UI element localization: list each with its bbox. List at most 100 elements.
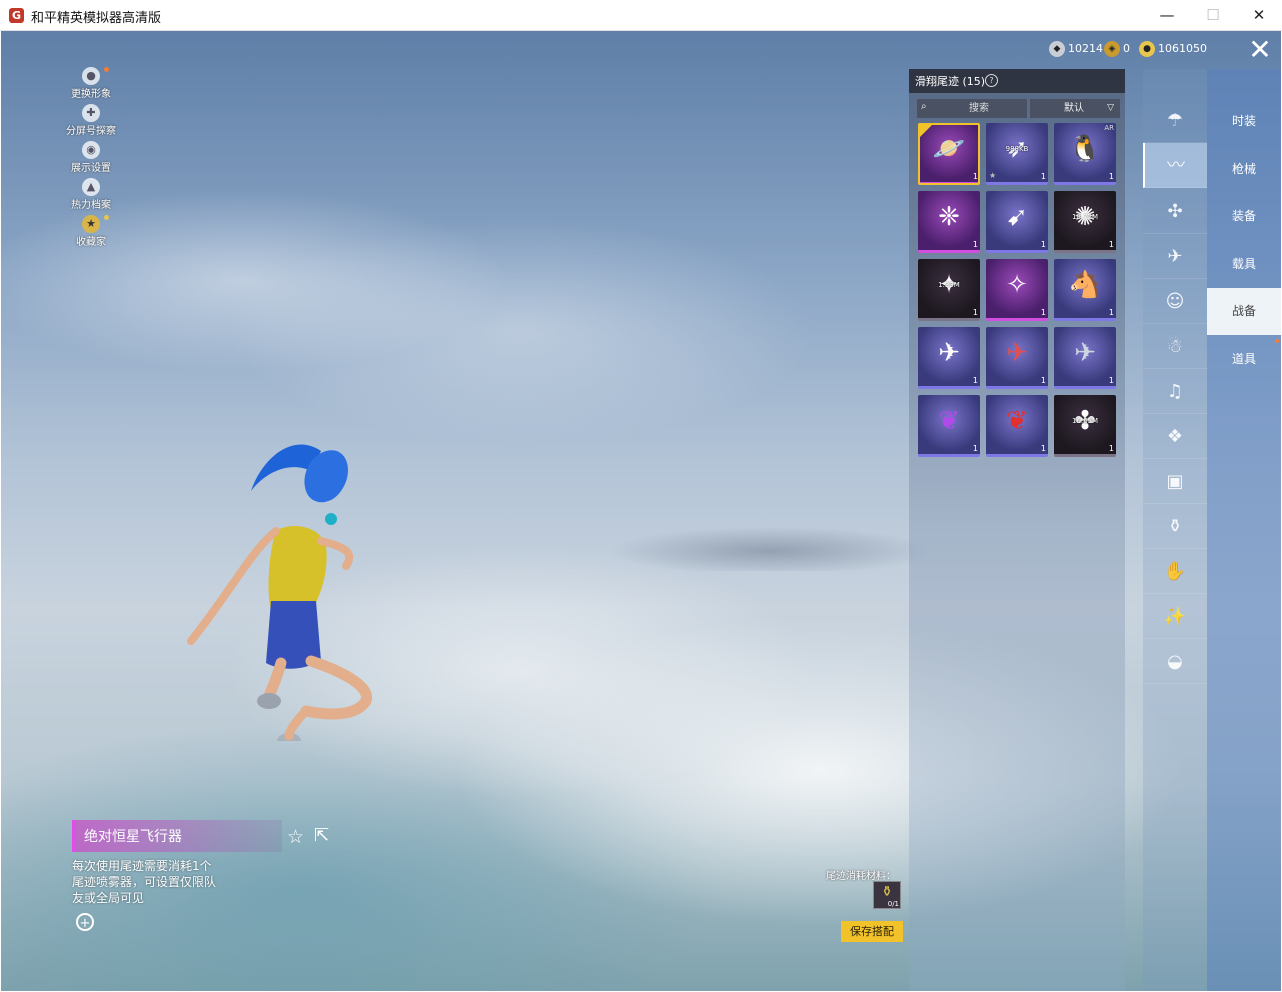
save-outfit-button[interactable]: 保存搭配 <box>841 921 903 942</box>
pet-icon[interactable]: ❖ <box>1143 414 1207 459</box>
gallery-icon[interactable]: ▣ <box>1143 459 1207 504</box>
search-box[interactable]: ⌕ <box>917 99 1027 118</box>
heat-archive-tool[interactable]: ▲ 热力档案 <box>59 178 123 215</box>
gesture-icon[interactable]: ✋ <box>1143 549 1207 594</box>
category-fashion[interactable]: 时装 <box>1207 98 1281 145</box>
tool-label: 收藏家 <box>76 237 106 248</box>
trail-item[interactable]: ✦ 1.33M 1 <box>918 259 980 321</box>
currency-silver: ◆ 10214 <box>1049 40 1103 58</box>
purple-smoke-trail-icon: ❦ <box>938 405 960 436</box>
main-category-column: 时装 枪械 装备 载具 战备 道具 <box>1207 69 1281 991</box>
spray-can-icon[interactable]: ⚱ <box>1143 504 1207 549</box>
consume-material-label: 尾迹消耗材料： <box>826 871 896 882</box>
glide-trail-icon[interactable]: 〰 <box>1143 143 1207 188</box>
panel-title: 滑翔尾迹 (15) <box>915 75 986 88</box>
sort-dropdown[interactable]: 默认 ▽ <box>1030 99 1120 118</box>
collector-tool[interactable]: ★ 收藏家 <box>59 215 123 252</box>
trail-item[interactable]: ✈ 1 <box>986 327 1048 389</box>
silver-coin-icon: ◆ <box>1049 41 1065 57</box>
character-model[interactable] <box>171 431 391 741</box>
spray-can-icon: ⚱ <box>881 884 893 900</box>
maximize-button[interactable]: ☐ <box>1190 0 1236 30</box>
panel-header: 滑翔尾迹 (15) ? <box>909 69 1125 93</box>
download-size: 18.72M <box>1071 213 1099 221</box>
split-screen-tool[interactable]: ✚ 分屏号探察 <box>59 104 123 141</box>
item-count: 1 <box>1108 308 1114 317</box>
consume-count: 0/1 <box>887 900 899 908</box>
close-window-button[interactable]: ✕ <box>1236 0 1282 30</box>
trail-item[interactable]: ❈ 1 <box>918 191 980 253</box>
golden-jet-trail-icon: ✈ <box>938 337 960 368</box>
zoom-in-icon[interactable]: + <box>76 913 94 931</box>
tool-label: 展示设置 <box>71 163 111 174</box>
trail-panel: 滑翔尾迹 (15) ? ⌕ 默认 ▽ 🪐 1 ➶ 988KB ★ 1 🐧 <box>909 69 1125 991</box>
download-size: 988KB <box>1005 145 1029 153</box>
item-count: 1 <box>1040 444 1046 453</box>
download-size: 16.65M <box>1071 417 1099 425</box>
selected-item-title-bar: 绝对恒星飞行器 <box>72 820 282 852</box>
drone-icon[interactable]: ✣ <box>1143 189 1207 234</box>
tool-label: 分屏号探察 <box>66 126 116 137</box>
trail-spray-item[interactable]: ⚱ 0/1 <box>873 881 901 909</box>
gold-token-icon: ◈ <box>1104 41 1120 57</box>
trail-item[interactable]: ✈ 1 <box>918 327 980 389</box>
left-toolbar: ● 更换形象 ✚ 分屏号探察 ◉ 展示设置 ▲ 热力档案 ★ 收藏家 <box>59 67 123 252</box>
game-viewport: ● 更换形象 ✚ 分屏号探察 ◉ 展示设置 ▲ 热力档案 ★ 收藏家 绝对恒星飞… <box>1 31 1281 991</box>
trail-item[interactable]: 🪐 1 <box>918 123 980 185</box>
item-count: 1 <box>972 444 978 453</box>
category-vehicles[interactable]: 载具 <box>1207 241 1281 288</box>
display-settings-tool[interactable]: ◉ 展示设置 <box>59 141 123 178</box>
crystal-trail-icon: ❈ <box>938 201 960 232</box>
horse-toy-trail-icon: 🐴 <box>1068 269 1102 300</box>
trail-item[interactable]: ❦ 1 <box>986 395 1048 457</box>
penguin-trail-icon: 🐧 <box>1068 133 1102 164</box>
category-combat-prep[interactable]: 战备 <box>1207 288 1281 335</box>
change-appearance-tool[interactable]: ● 更换形象 <box>59 67 123 104</box>
item-count: 1 <box>1108 172 1114 181</box>
item-count: 1 <box>1108 444 1114 453</box>
trail-item[interactable]: 🐴 1 <box>1054 259 1116 321</box>
trail-item[interactable]: ✺ 18.72M 1 <box>1054 191 1116 253</box>
item-count: 1 <box>972 308 978 317</box>
favorite-star-icon[interactable]: ☆ <box>287 826 304 848</box>
share-icon[interactable]: ⇱ <box>314 825 329 846</box>
robot-icon[interactable]: ☃ <box>1143 324 1207 369</box>
dragonfly-trail-icon: ✧ <box>1006 269 1028 300</box>
close-menu-icon[interactable]: ✕ <box>1243 35 1277 65</box>
download-size: 1.33M <box>938 281 960 289</box>
trail-item[interactable]: ➶ 988KB ★ 1 <box>986 123 1048 185</box>
notification-dot <box>104 215 109 220</box>
emote-icon[interactable]: ☺ <box>1143 279 1207 324</box>
notification-dot <box>1275 339 1279 343</box>
avatar-icon: ● <box>82 67 100 85</box>
magic-wand-icon[interactable]: ✨ <box>1143 594 1207 639</box>
trail-item[interactable]: 🐧 AR 1 <box>1054 123 1116 185</box>
category-firearms[interactable]: 枪械 <box>1207 146 1281 193</box>
speaker-icon[interactable]: ♫ <box>1143 369 1207 414</box>
currency-token: ◈ 0 <box>1104 40 1130 58</box>
plane-icon[interactable]: ✈ <box>1143 234 1207 279</box>
item-count: 1 <box>972 376 978 385</box>
sort-label: 默认 <box>1064 103 1084 114</box>
category-equipment[interactable]: 装备 <box>1207 193 1281 240</box>
item-count: 1 <box>1040 172 1046 181</box>
collector-badge-icon: ★ <box>82 215 100 233</box>
trail-item[interactable]: ❦ 1 <box>918 395 980 457</box>
trail-item[interactable]: ✈ 1 <box>1054 327 1116 389</box>
search-input[interactable] <box>935 99 1023 118</box>
trail-item[interactable]: ✧ 1 <box>986 259 1048 321</box>
category-props[interactable]: 道具 <box>1207 336 1281 383</box>
parachute-icon[interactable]: ☂ <box>1143 98 1207 143</box>
item-count: 1 <box>1040 376 1046 385</box>
ufo-icon[interactable]: ◒ <box>1143 639 1207 684</box>
currency-value: 10214 <box>1068 42 1103 55</box>
equipped-check-icon <box>918 123 934 139</box>
minimize-button[interactable]: — <box>1144 0 1190 30</box>
wing-blade-trail-icon: ➹ <box>1006 201 1028 232</box>
chevron-down-icon: ▽ <box>1107 103 1114 113</box>
trail-item[interactable]: ➹ 1 <box>986 191 1048 253</box>
selected-item-description: 每次使用尾迹需要消耗1个尾迹喷雾器，可设置仅限队友或全局可见 <box>72 859 217 905</box>
help-icon[interactable]: ? <box>985 74 998 87</box>
red-jet-trail-icon: ✈ <box>1006 337 1028 368</box>
trail-item[interactable]: ✤ 16.65M 1 <box>1054 395 1116 457</box>
